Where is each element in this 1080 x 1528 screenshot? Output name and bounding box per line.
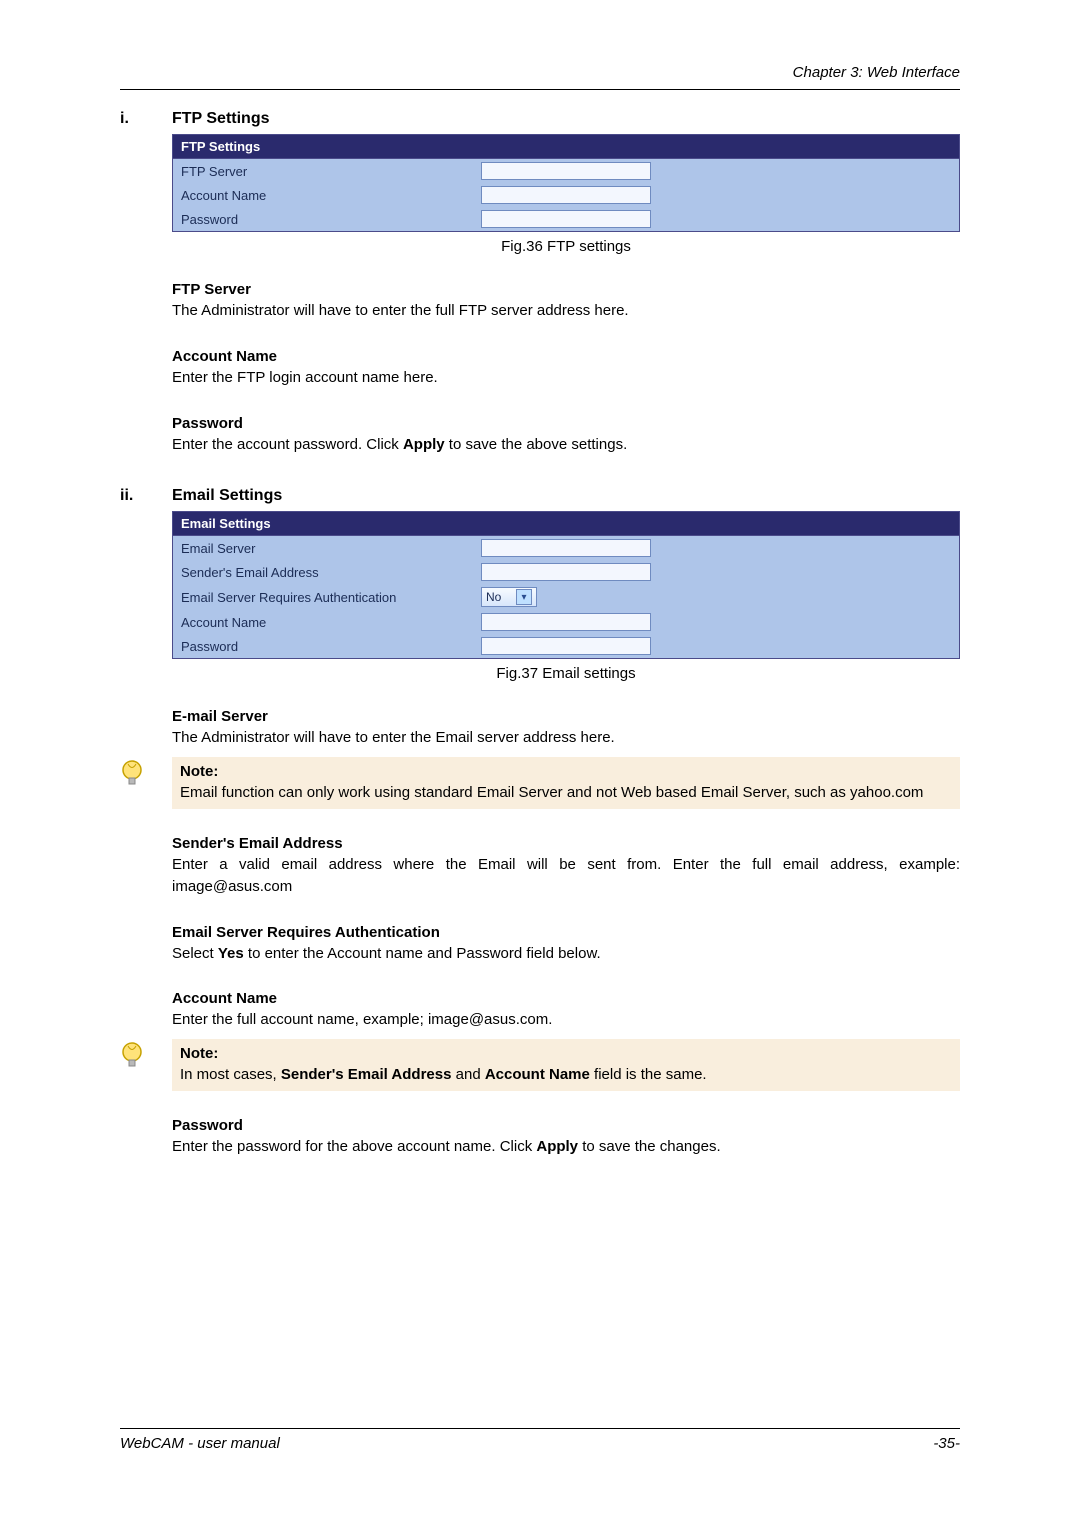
email-auth-select[interactable]: No ▾ xyxy=(481,587,537,607)
ftp-server-input[interactable] xyxy=(481,162,651,180)
note2-b1: Sender's Email Address xyxy=(281,1066,452,1083)
email-server-label: Email Server xyxy=(181,541,481,556)
sender-heading: Sender's Email Address xyxy=(172,835,960,852)
password-heading: Password xyxy=(172,1117,960,1134)
email-password-label: Password xyxy=(181,639,481,654)
ftp-server-text: The Administrator will have to enter the… xyxy=(172,300,960,322)
auth-text: Select Yes to enter the Account name and… xyxy=(172,943,960,965)
note2-b2: Account Name xyxy=(485,1066,590,1083)
ftp-password-text: Enter the account password. Click Apply … xyxy=(172,434,960,456)
ftp-settings-box: FTP Settings FTP Server Account Name Pas… xyxy=(172,134,960,232)
email-settings-box: Email Settings Email Server Sender's Ema… xyxy=(172,511,960,659)
note2-a: In most cases, xyxy=(180,1066,281,1083)
yes-bold: Yes xyxy=(218,945,244,962)
ftp-password-heading: Password xyxy=(172,415,960,432)
sec2-num: ii. xyxy=(120,487,172,505)
sender-text: Enter a valid email address where the Em… xyxy=(172,854,960,898)
apply-bold-1: Apply xyxy=(403,436,445,453)
fig36-caption: Fig.36 FTP settings xyxy=(172,238,960,255)
note2-mid: and xyxy=(451,1066,484,1083)
lightbulb-icon xyxy=(120,1041,144,1073)
ftp-account-input[interactable] xyxy=(481,186,651,204)
note1-body: Email function can only work using stand… xyxy=(180,784,923,801)
chapter-header: Chapter 3: Web Interface xyxy=(120,64,960,90)
email-password-input[interactable] xyxy=(481,637,651,655)
email-server-input[interactable] xyxy=(481,539,651,557)
note2-label: Note: xyxy=(180,1045,218,1062)
note2-c: field is the same. xyxy=(590,1066,707,1083)
ftp-password-text-a: Enter the account password. Click xyxy=(172,436,403,453)
sender-address-label: Sender's Email Address xyxy=(181,565,481,580)
ftp-password-input[interactable] xyxy=(481,210,651,228)
fig37-caption: Fig.37 Email settings xyxy=(172,665,960,682)
apply-bold-2: Apply xyxy=(536,1138,578,1155)
lightbulb-icon xyxy=(120,759,144,791)
sec2-title: Email Settings xyxy=(172,487,282,505)
sec1-num: i. xyxy=(120,110,172,128)
email-server-heading: E-mail Server xyxy=(172,708,960,725)
email-auth-label: Email Server Requires Authentication xyxy=(181,590,481,605)
note-block-1: Note: Email function can only work using… xyxy=(172,757,960,809)
password-text: Enter the password for the above account… xyxy=(172,1136,960,1158)
ftp-account-label: Account Name xyxy=(181,188,481,203)
password-text-a: Enter the password for the above account… xyxy=(172,1138,536,1155)
account-text: Enter the full account name, example; im… xyxy=(172,1009,960,1031)
auth-text-a: Select xyxy=(172,945,218,962)
email-settings-header: Email Settings xyxy=(173,512,959,536)
auth-heading: Email Server Requires Authentication xyxy=(172,924,960,941)
note1-label: Note: xyxy=(180,763,218,780)
sender-address-input[interactable] xyxy=(481,563,651,581)
ftp-server-label: FTP Server xyxy=(181,164,481,179)
ftp-account-text: Enter the FTP login account name here. xyxy=(172,367,960,389)
email-account-label: Account Name xyxy=(181,615,481,630)
ftp-settings-header: FTP Settings xyxy=(173,135,959,159)
email-server-text: The Administrator will have to enter the… xyxy=(172,727,960,749)
password-text-b: to save the changes. xyxy=(578,1138,721,1155)
sec1-title: FTP Settings xyxy=(172,110,270,128)
ftp-account-heading: Account Name xyxy=(172,348,960,365)
email-account-input[interactable] xyxy=(481,613,651,631)
email-auth-select-value: No xyxy=(486,590,501,604)
account-heading: Account Name xyxy=(172,990,960,1007)
ftp-server-heading: FTP Server xyxy=(172,281,960,298)
footer-right: -35- xyxy=(933,1435,960,1452)
ftp-password-text-b: to save the above settings. xyxy=(445,436,628,453)
note-block-2: Note: In most cases, Sender's Email Addr… xyxy=(172,1039,960,1091)
auth-text-b: to enter the Account name and Password f… xyxy=(244,945,601,962)
footer-left: WebCAM - user manual xyxy=(120,1435,280,1452)
chevron-down-icon: ▾ xyxy=(516,589,532,605)
ftp-password-label: Password xyxy=(181,212,481,227)
